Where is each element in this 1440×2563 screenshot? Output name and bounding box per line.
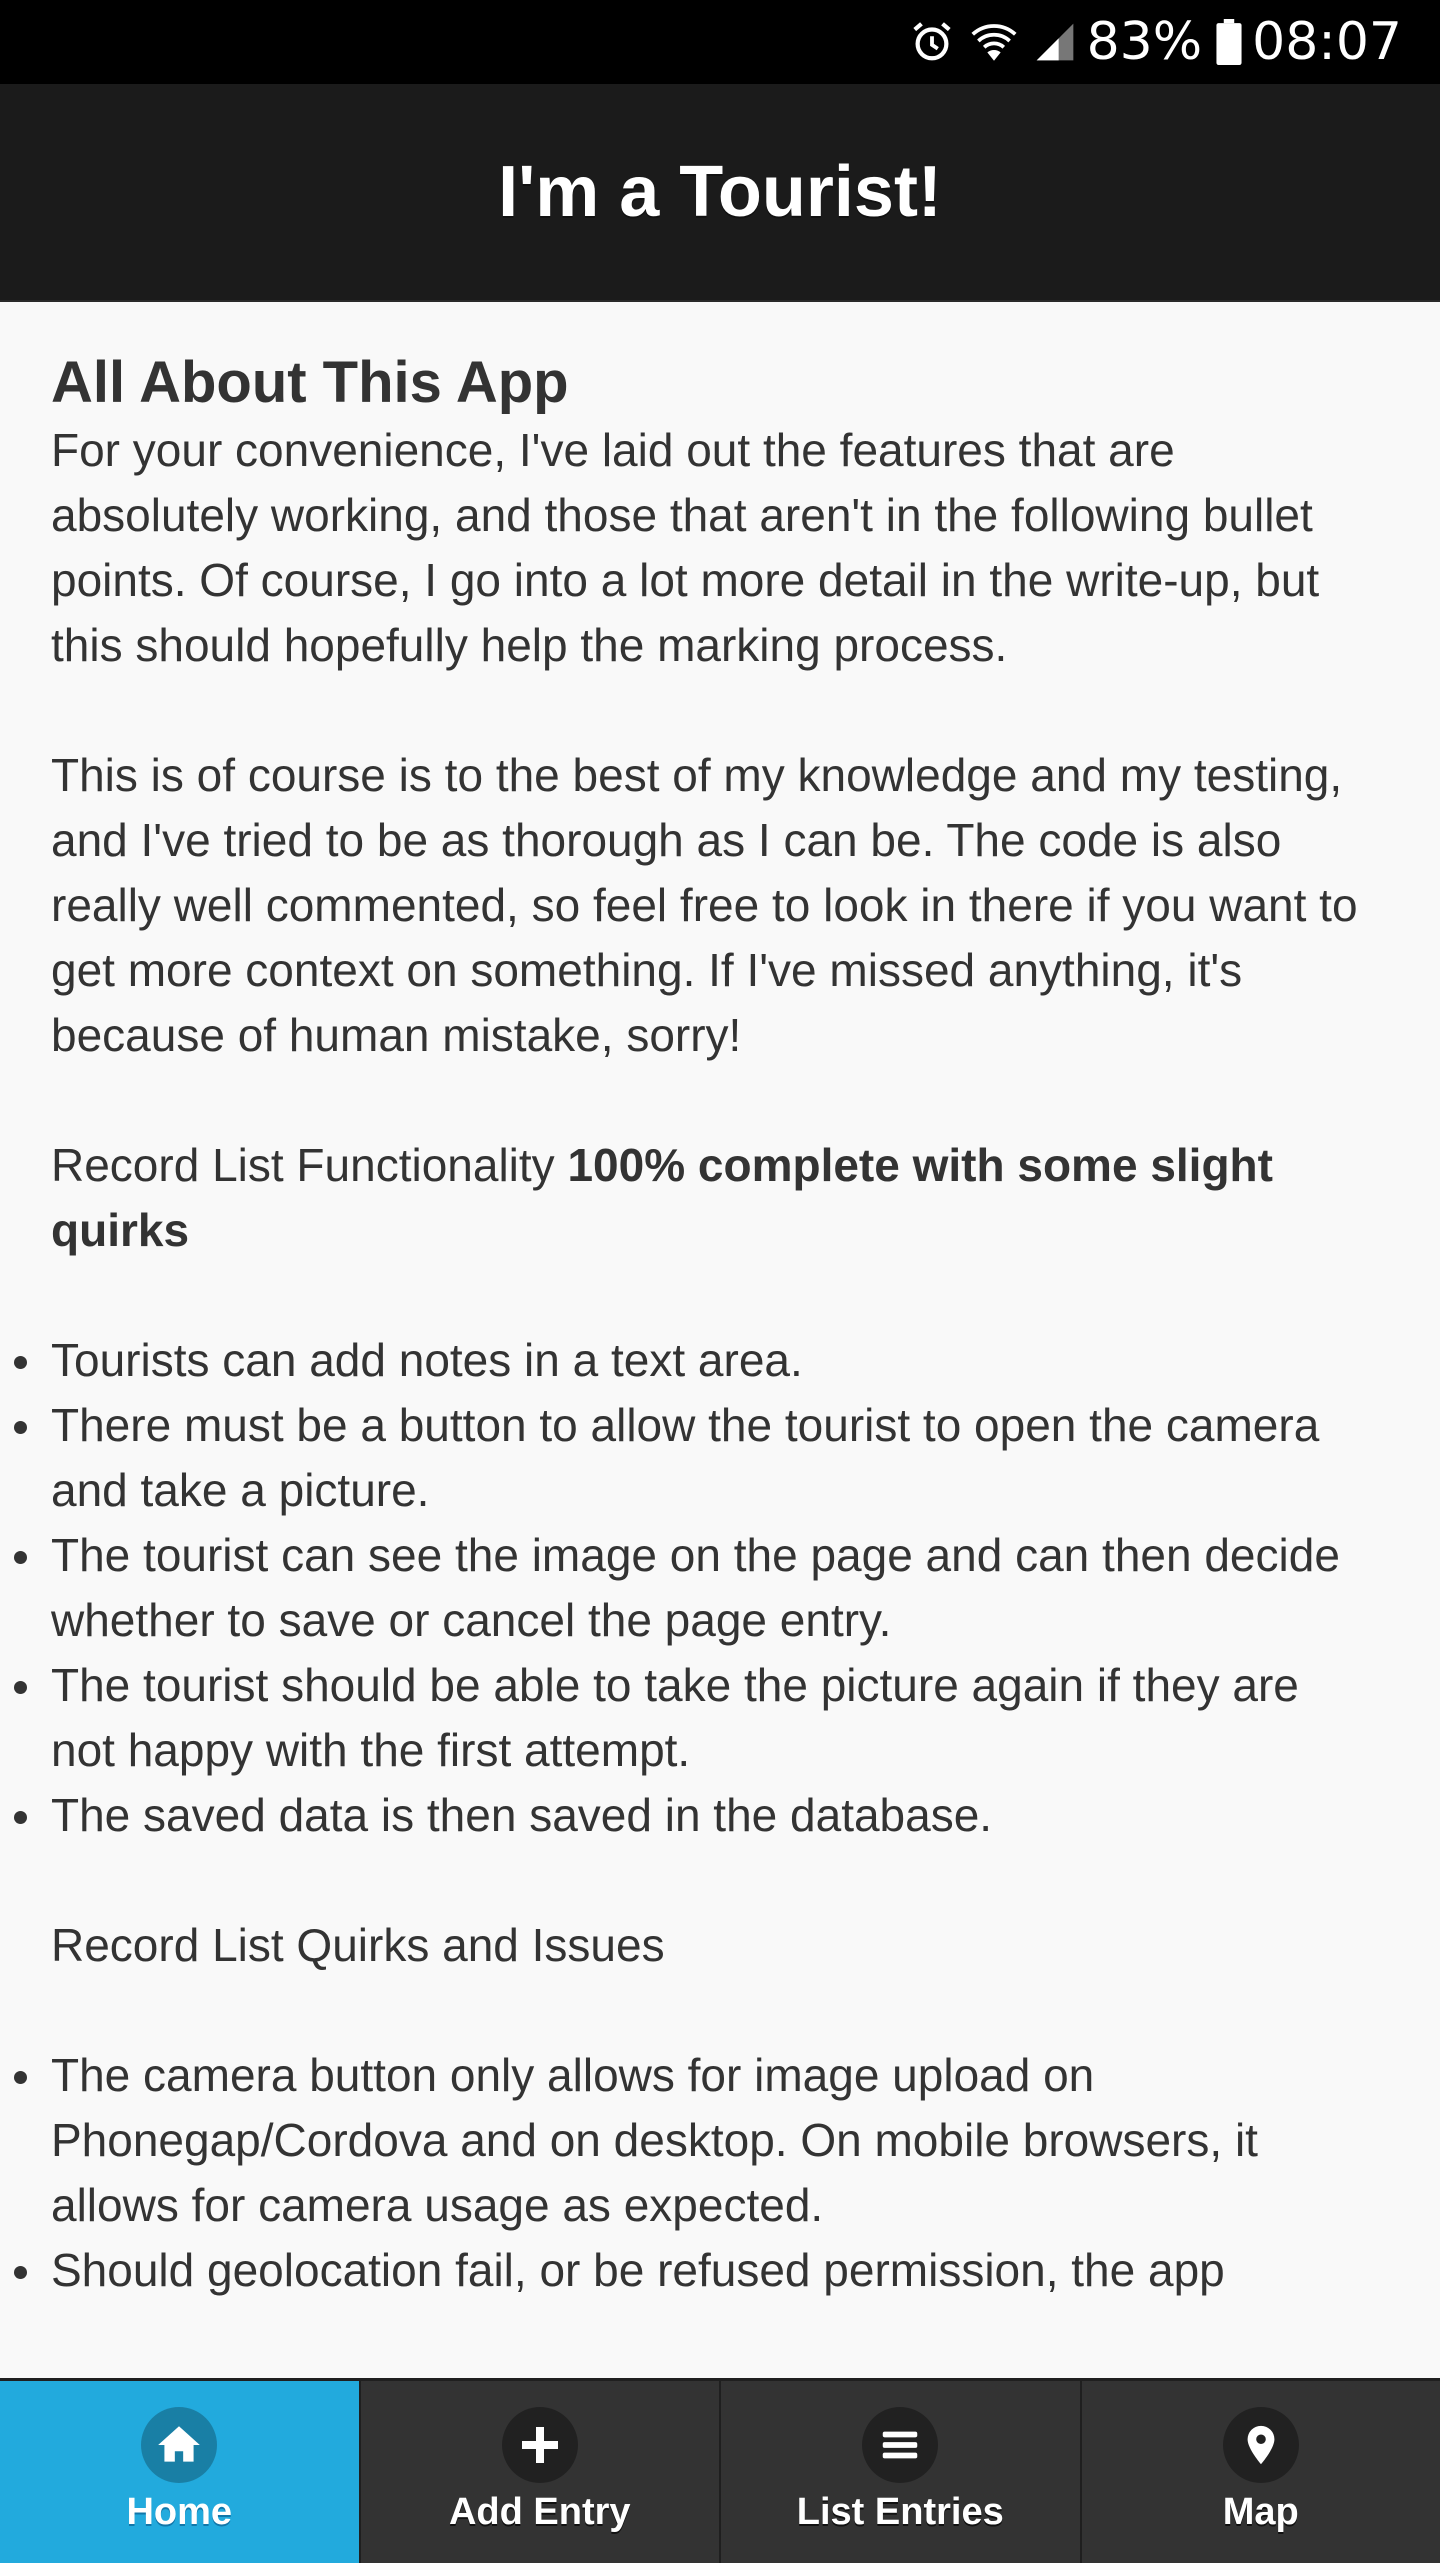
list-item: Tourists can add notes in a text area. [51,1328,1370,1393]
clock: 08:07 [1252,12,1402,72]
functionality-list: Tourists can add notes in a text area. T… [51,1328,1370,1848]
testing-paragraph: This is of course is to the best of my k… [51,743,1370,1068]
nav-label: List Entries [797,2491,1004,2534]
nav-label: Add Entry [449,2491,631,2534]
plus-icon [502,2407,578,2483]
list-item: Should geolocation fail, or be refused p… [51,2238,1370,2303]
page-title: I'm a Tourist! [498,151,942,233]
list-item: The tourist can see the image on the pag… [51,1523,1370,1653]
alarm-icon [909,19,955,65]
list-item: The camera button only allows for image … [51,2043,1370,2238]
status-bar: 83% 08:07 [0,0,1440,84]
list-item: There must be a button to allow the tour… [51,1393,1370,1523]
battery-percent: 83% [1087,12,1203,72]
section-heading: All About This App [51,348,1370,418]
list-icon [862,2407,938,2483]
nav-add-entry[interactable]: Add Entry [359,2381,720,2563]
nav-home[interactable]: Home [0,2381,359,2563]
nav-map[interactable]: Map [1080,2381,1440,2563]
functionality-label: Record List Functionality [51,1139,567,1191]
list-item: The tourist should be able to take the p… [51,1653,1370,1783]
functionality-status: Record List Functionality 100% complete … [51,1133,1370,1263]
quirks-list: The camera button only allows for image … [51,2043,1370,2303]
list-item: The saved data is then saved in the data… [51,1783,1370,1848]
home-icon [141,2407,217,2483]
battery-icon [1216,19,1242,65]
signal-icon [1033,20,1077,64]
wifi-icon [969,19,1019,65]
main-content[interactable]: All About This App For your convenience,… [0,300,1440,2378]
quirks-label: Record List Quirks and Issues [51,1913,1370,1978]
bottom-navbar: Home Add Entry List Entries Map [0,2378,1440,2563]
app-header: I'm a Tourist! [0,84,1440,302]
intro-paragraph: For your convenience, I've laid out the … [51,418,1370,678]
nav-label: Map [1223,2491,1299,2534]
nav-list-entries[interactable]: List Entries [719,2381,1080,2563]
nav-label: Home [126,2491,232,2534]
map-pin-icon [1223,2407,1299,2483]
